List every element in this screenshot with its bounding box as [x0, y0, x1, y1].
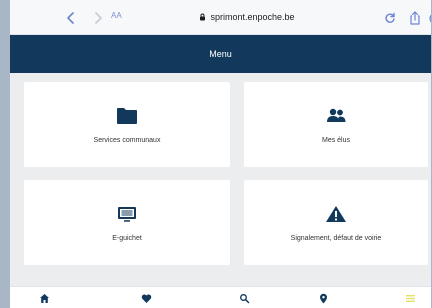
forward-button[interactable] [88, 10, 108, 26]
bottom-navigation [10, 286, 431, 308]
compass-button[interactable] [425, 10, 431, 26]
bottom-nav-home[interactable] [37, 291, 51, 305]
back-icon [67, 12, 74, 24]
card-label-e-guichet: E-guichet [112, 235, 142, 242]
bottom-nav-search[interactable] [237, 291, 251, 305]
card-services-communaux[interactable]: Services communaux [24, 82, 230, 167]
menu-icon [405, 294, 415, 302]
bottom-nav-favorites[interactable] [139, 291, 153, 305]
reload-icon [385, 12, 395, 23]
lock-icon [200, 13, 206, 21]
warning-icon [326, 206, 346, 222]
text-size-button[interactable]: AA [111, 11, 122, 20]
people-icon [327, 108, 346, 122]
share-button[interactable] [405, 10, 425, 26]
bottom-nav-menu[interactable] [403, 291, 417, 305]
heart-icon [141, 293, 151, 303]
folder-icon [117, 108, 137, 124]
reload-button[interactable] [380, 10, 400, 26]
page-header: Menu [10, 35, 431, 73]
card-label-mes-elus: Mes élus [321, 137, 350, 144]
browser-toolbar: AA sprimont.enpoche.be [10, 0, 431, 35]
card-signalement-defaut-de-voirie[interactable]: Signalement, défaut de voirie [244, 180, 428, 265]
bottom-nav-location[interactable] [316, 291, 330, 305]
home-icon [39, 293, 49, 303]
forward-icon [95, 12, 102, 24]
card-e-guichet[interactable]: E-guichet [24, 180, 230, 265]
card-label-signalement-defaut-de-voirie: Signalement, défaut de voirie [290, 235, 382, 242]
terminal-icon [118, 207, 136, 222]
back-button[interactable] [61, 10, 81, 26]
url-text: sprimont.enpoche.be [210, 12, 295, 22]
share-icon [410, 11, 420, 25]
card-label-services-communaux: Services communaux [93, 137, 161, 144]
location-pin-icon [319, 293, 327, 303]
page-title: Menu [209, 49, 232, 59]
card-mes-elus[interactable]: Mes élus [244, 82, 428, 167]
phone-screen: AA sprimont.enpoche.be Menu Services com… [10, 0, 431, 308]
search-icon [239, 293, 249, 303]
compass-icon [428, 13, 431, 23]
address-bar[interactable]: sprimont.enpoche.be [179, 11, 315, 23]
